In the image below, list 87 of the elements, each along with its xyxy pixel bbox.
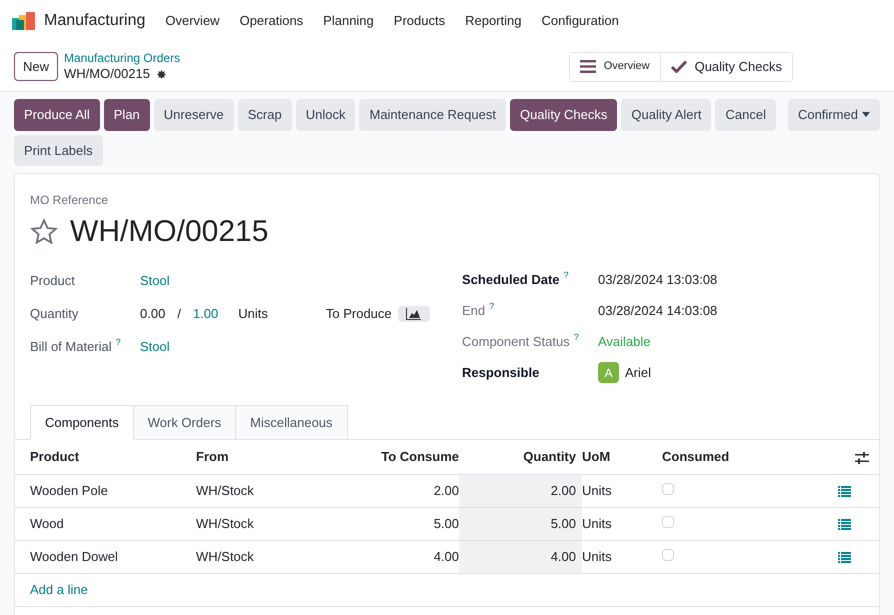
field-label: Component Status [462, 332, 570, 351]
table-cell: Wooden Dowel [15, 540, 196, 573]
column-header[interactable]: UoM [582, 440, 662, 474]
table-cell: WH/Stock [196, 540, 346, 573]
quantity-separator: / [177, 304, 181, 323]
menu-icon [580, 60, 596, 73]
view-button[interactable]: Quality Checks [660, 52, 792, 80]
field-link[interactable]: Stool [140, 336, 170, 356]
gear-icon[interactable] [156, 68, 167, 80]
table-cell: WH/Stock [196, 474, 346, 507]
field-label: MO Reference [30, 192, 110, 209]
field-label: Scheduled Date [462, 270, 560, 289]
table-cell: Wood [15, 507, 196, 540]
table-cell: Units [582, 507, 662, 540]
tab[interactable]: Components [30, 405, 134, 440]
tab[interactable]: Work Orders [134, 405, 236, 440]
field-label: Quantity [30, 304, 78, 323]
star-icon[interactable] [30, 218, 58, 246]
table-cell: Units [582, 540, 662, 573]
tab[interactable]: Miscellaneous [236, 405, 348, 440]
table-cell: WH/Stock [196, 507, 346, 540]
field-label: End [462, 302, 486, 320]
field-value: 0.00 [140, 304, 166, 323]
action-button[interactable]: Quality Alert [621, 99, 712, 130]
column-header[interactable]: To Consume [346, 440, 459, 474]
field-label: To Produce [326, 304, 392, 323]
new-button[interactable]: New [14, 52, 58, 82]
settings-icon[interactable] [855, 452, 869, 464]
status-value: Available [598, 332, 651, 351]
chart-icon [406, 308, 422, 320]
help-mark[interactable]: ? [574, 332, 579, 342]
action-button[interactable]: Unreserve [154, 99, 234, 130]
field-link[interactable]: Stool [140, 270, 170, 290]
logo-icon [12, 12, 36, 30]
app-name[interactable]: Manufacturing [44, 9, 146, 33]
column-header[interactable]: Consumed [662, 440, 809, 474]
action-button[interactable]: Produce All [14, 99, 100, 130]
list-icon[interactable] [838, 486, 850, 497]
action-button[interactable]: Maintenance Request [359, 99, 506, 130]
menu-item[interactable]: Products [394, 11, 446, 31]
field-label: Responsible [462, 364, 540, 382]
check-icon [670, 60, 687, 73]
column-header[interactable]: Product [15, 440, 196, 474]
menu-item[interactable]: Planning [323, 11, 374, 31]
table-cell[interactable]: 5.00 [459, 507, 582, 540]
record-name: WH/MO/00215 [64, 66, 150, 82]
field-label: Bill of Material [30, 338, 112, 356]
action-button[interactable]: Quality Checks [510, 99, 618, 130]
help-mark[interactable]: ? [489, 300, 494, 311]
list-icon[interactable] [838, 518, 850, 530]
menu-item[interactable]: Operations [240, 11, 304, 31]
column-header[interactable]: From [196, 440, 346, 474]
field-value: 03/28/2024 13:03:08 [598, 270, 718, 289]
field-label: Product [30, 272, 75, 290]
table-cell: 2.00 [346, 474, 459, 507]
list-icon[interactable] [838, 552, 850, 563]
checkbox[interactable] [662, 516, 674, 528]
table-cell: 5.00 [346, 507, 459, 540]
action-button[interactable]: Unlock [296, 99, 356, 130]
table-cell: Units [582, 474, 662, 507]
action-button[interactable]: Scrap [238, 99, 292, 130]
unit-label: Units [238, 304, 268, 323]
menu-item[interactable]: Configuration [541, 11, 619, 31]
user-avatar: A [598, 362, 619, 383]
table-cell: 4.00 [346, 540, 459, 573]
table-cell: Wooden Pole [15, 474, 196, 507]
menu-item[interactable]: Reporting [465, 11, 522, 31]
forecast-button[interactable] [398, 306, 430, 322]
table-cell[interactable]: 4.00 [459, 540, 582, 573]
action-button[interactable]: Cancel [715, 99, 776, 130]
status-dropdown[interactable]: Confirmed [788, 99, 880, 130]
caret-icon [862, 112, 870, 118]
breadcrumb-link[interactable]: Manufacturing Orders [64, 50, 180, 66]
help-mark[interactable]: ? [564, 270, 569, 280]
action-button[interactable]: Plan [104, 99, 150, 130]
field-value: 03/28/2024 14:03:08 [598, 302, 718, 320]
menu-item[interactable]: Overview [165, 11, 220, 31]
user-name[interactable]: Ariel [625, 362, 652, 382]
help-mark[interactable]: ? [116, 336, 121, 347]
field-value: 1.00 [192, 304, 218, 323]
table-cell[interactable]: 2.00 [459, 474, 582, 507]
add-line-link[interactable]: Add a line [30, 582, 88, 597]
checkbox[interactable] [662, 548, 674, 561]
record-title: WH/MO/00215 [70, 214, 268, 250]
column-header[interactable]: Quantity [459, 440, 582, 474]
checkbox[interactable] [662, 482, 674, 495]
action-button[interactable]: Print Labels [14, 134, 103, 166]
